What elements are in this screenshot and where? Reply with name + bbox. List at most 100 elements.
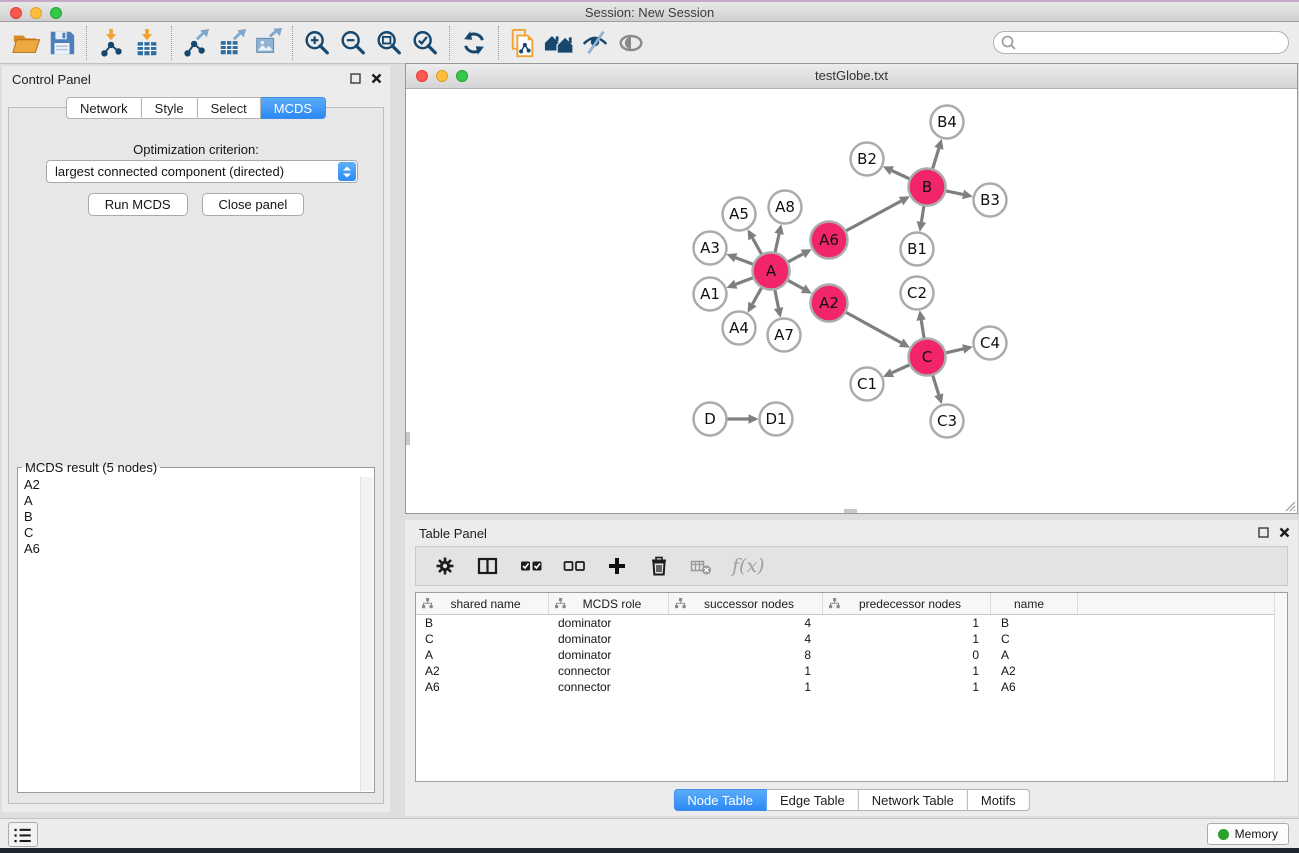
column-header-shared-name[interactable]: shared name <box>416 593 549 614</box>
float-panel-icon[interactable] <box>350 73 361 84</box>
column-header-mcds-role[interactable]: MCDS role <box>549 593 669 614</box>
new-network-from-selection-button[interactable] <box>505 25 541 61</box>
table-cell[interactable]: 1 <box>823 615 991 631</box>
table-cell[interactable]: 8 <box>669 647 823 663</box>
graph-edge[interactable] <box>921 206 924 222</box>
graph-edge[interactable] <box>946 191 963 195</box>
export-table-button[interactable] <box>214 25 250 61</box>
table-scrollbar[interactable] <box>1274 593 1287 781</box>
mcds-result-item[interactable]: A2 <box>19 477 359 493</box>
canvas-horizontal-scrollbar[interactable] <box>844 509 857 513</box>
first-neighbors-button[interactable] <box>541 25 577 61</box>
graph-edge[interactable] <box>933 148 939 168</box>
close-panel-icon[interactable] <box>371 73 382 84</box>
close-panel-icon[interactable] <box>1279 527 1290 538</box>
table-cell[interactable]: C <box>416 631 549 647</box>
import-table-button[interactable] <box>129 25 165 61</box>
table-cell[interactable]: 1 <box>669 679 823 695</box>
table-row[interactable]: A2connector11A2 <box>416 663 1287 679</box>
graph-edge[interactable] <box>892 365 909 373</box>
zoom-in-button[interactable] <box>299 25 335 61</box>
criterion-dropdown[interactable]: largest connected component (directed) <box>46 160 358 183</box>
column-header-name[interactable]: name <box>991 593 1078 614</box>
show-graphics-button[interactable] <box>613 25 649 61</box>
close-panel-button[interactable]: Close panel <box>202 193 305 216</box>
zoom-selected-button[interactable] <box>407 25 443 61</box>
graphics-details-button[interactable] <box>577 25 613 61</box>
graph-edge[interactable] <box>736 258 753 264</box>
table-cell[interactable]: 1 <box>823 663 991 679</box>
graph-edge[interactable] <box>933 376 939 395</box>
column-header-successor-nodes[interactable]: successor nodes <box>669 593 823 614</box>
graph-edge[interactable] <box>775 290 779 308</box>
export-network-button[interactable] <box>178 25 214 61</box>
tab-network[interactable]: Network <box>66 97 142 119</box>
unselect-all-columns-icon[interactable] <box>563 555 586 577</box>
graph-edge[interactable] <box>846 201 901 231</box>
graph-edge[interactable] <box>736 278 753 284</box>
search-box[interactable] <box>993 31 1289 54</box>
table-cell[interactable]: 1 <box>823 631 991 647</box>
table-cell[interactable]: B <box>991 615 1078 631</box>
window-resize-grip[interactable] <box>1282 498 1296 512</box>
table-cell[interactable]: B <box>416 615 549 631</box>
mcds-result-list[interactable]: A2ABCA6 <box>19 477 359 791</box>
table-row[interactable]: Bdominator41B <box>416 615 1287 631</box>
table-row[interactable]: Adominator80A <box>416 647 1287 663</box>
network-window-titlebar[interactable]: testGlobe.txt <box>406 64 1297 89</box>
table-cell[interactable]: connector <box>549 663 669 679</box>
mcds-result-item[interactable]: A6 <box>19 541 359 557</box>
graph-edge[interactable] <box>892 171 909 179</box>
tab-network-table[interactable]: Network Table <box>859 789 968 811</box>
split-table-view-icon[interactable] <box>476 555 500 577</box>
import-network-button[interactable] <box>93 25 129 61</box>
open-session-button[interactable] <box>8 25 44 61</box>
tab-select[interactable]: Select <box>198 97 261 119</box>
table-cell[interactable]: A <box>416 647 549 663</box>
table-cell[interactable]: A2 <box>991 663 1078 679</box>
column-header-predecessor-nodes[interactable]: predecessor nodes <box>823 593 991 614</box>
table-cell[interactable]: dominator <box>549 631 669 647</box>
table-cell[interactable]: 0 <box>823 647 991 663</box>
table-cell[interactable]: 4 <box>669 615 823 631</box>
search-input[interactable] <box>1017 34 1288 52</box>
table-row[interactable]: Cdominator41C <box>416 631 1287 647</box>
graph-edge[interactable] <box>921 320 924 338</box>
table-cell[interactable]: A <box>991 647 1078 663</box>
tab-node-table[interactable]: Node Table <box>673 789 767 811</box>
table-cell[interactable]: A6 <box>991 679 1078 695</box>
tab-motifs[interactable]: Motifs <box>968 789 1030 811</box>
table-cell[interactable]: A2 <box>416 663 549 679</box>
graph-edge[interactable] <box>775 234 779 252</box>
tab-style[interactable]: Style <box>142 97 198 119</box>
canvas-vertical-scrollbar[interactable] <box>406 432 410 445</box>
mcds-result-item[interactable]: A <box>19 493 359 509</box>
save-session-button[interactable] <box>44 25 80 61</box>
create-column-plus-icon[interactable] <box>606 555 628 577</box>
graph-edge[interactable] <box>752 288 761 304</box>
table-row[interactable]: A6connector11A6 <box>416 679 1287 695</box>
table-cell[interactable]: 1 <box>669 663 823 679</box>
task-history-button[interactable] <box>8 822 38 847</box>
zoom-fit-button[interactable] <box>371 25 407 61</box>
table-cell[interactable]: C <box>991 631 1078 647</box>
refresh-button[interactable] <box>456 25 492 61</box>
table-cell[interactable]: 1 <box>823 679 991 695</box>
mcds-list-scrollbar[interactable] <box>360 477 373 791</box>
delete-column-trash-icon[interactable] <box>648 555 670 577</box>
graph-edge[interactable] <box>752 238 761 254</box>
table-cell[interactable]: dominator <box>549 647 669 663</box>
table-cell[interactable]: dominator <box>549 615 669 631</box>
graph-edge[interactable] <box>788 280 803 288</box>
mcds-result-item[interactable]: C <box>19 525 359 541</box>
table-settings-gear-icon[interactable] <box>434 555 456 577</box>
table-cell[interactable]: connector <box>549 679 669 695</box>
export-image-button[interactable] <box>250 25 286 61</box>
graph-edge[interactable] <box>788 254 803 262</box>
tab-mcds[interactable]: MCDS <box>261 97 326 119</box>
table-cell[interactable]: 4 <box>669 631 823 647</box>
table-cell[interactable]: A6 <box>416 679 549 695</box>
network-graph[interactable]: B4B2BB3A8A5A6A3B1AC2A1A2A4A7C4CC1DD1C3 <box>406 90 1297 514</box>
zoom-out-button[interactable] <box>335 25 371 61</box>
mcds-result-item[interactable]: B <box>19 509 359 525</box>
